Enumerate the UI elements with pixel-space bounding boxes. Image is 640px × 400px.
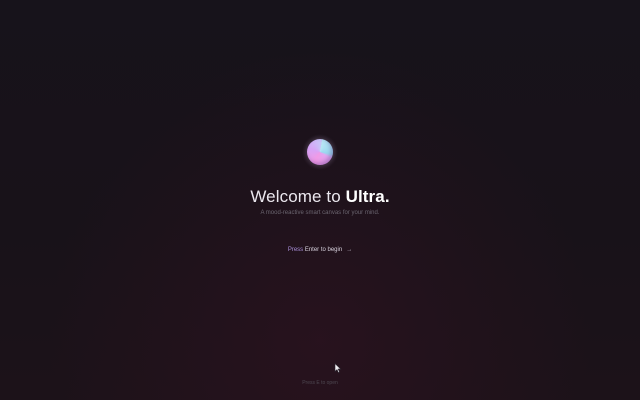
- mouse-pointer-icon: [334, 363, 342, 373]
- welcome-subtitle: A mood-reactive smart canvas for your mi…: [260, 210, 380, 216]
- welcome-title: Welcome to Ultra.: [0, 187, 640, 207]
- gradient-orb-icon: [307, 139, 333, 165]
- brand-name: Ultra.: [345, 187, 390, 206]
- welcome-title-prefix: Welcome to: [250, 187, 346, 206]
- welcome-screen: Welcome to Ultra. A mood-reactive smart …: [0, 0, 640, 400]
- app-logo: [302, 134, 338, 170]
- cta-row: Press Enter to begin →: [0, 245, 640, 255]
- arrow-right-icon: →: [346, 247, 353, 253]
- begin-button-press-label: Press: [287, 247, 304, 253]
- begin-button-label: Enter to begin: [303, 247, 343, 253]
- footer-hint: Press E to open: [302, 380, 338, 386]
- begin-button[interactable]: Press Enter to begin →: [288, 245, 352, 255]
